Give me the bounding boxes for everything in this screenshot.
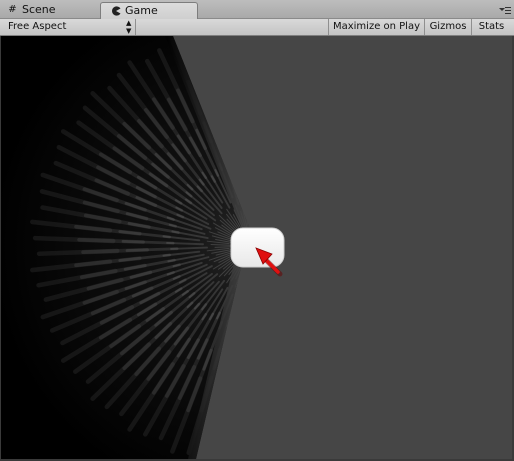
tunnel-wall — [1, 36, 250, 459]
updown-arrows-icon: ▲ ▼ — [126, 19, 132, 35]
aspect-dropdown-label: Free Aspect — [8, 21, 67, 32]
game-toolbar: Free Aspect ▲ ▼ Maximize on Play Gizmos S… — [0, 19, 514, 36]
game-render — [1, 36, 285, 459]
tab-strip: # Scene Game — [0, 0, 514, 19]
gizmos-button[interactable]: Gizmos — [424, 19, 471, 35]
pane-options-icon[interactable] — [499, 5, 511, 15]
scene-white-button[interactable] — [230, 227, 285, 268]
tab-scene-label: Scene — [22, 3, 56, 16]
aspect-dropdown[interactable]: Free Aspect ▲ ▼ — [5, 19, 136, 35]
tab-game-label: Game — [125, 4, 158, 17]
unity-editor-panel: # Scene Game Free Aspect ▲ ▼ Maximize on P… — [0, 0, 514, 461]
stats-toggle[interactable]: Stats — [471, 19, 511, 35]
maximize-on-play-toggle[interactable]: Maximize on Play — [328, 19, 424, 35]
game-view-viewport[interactable] — [1, 36, 512, 459]
tab-scene[interactable]: # Scene — [0, 2, 98, 19]
grid-icon: # — [8, 4, 17, 15]
tab-game[interactable]: Game — [100, 2, 198, 19]
